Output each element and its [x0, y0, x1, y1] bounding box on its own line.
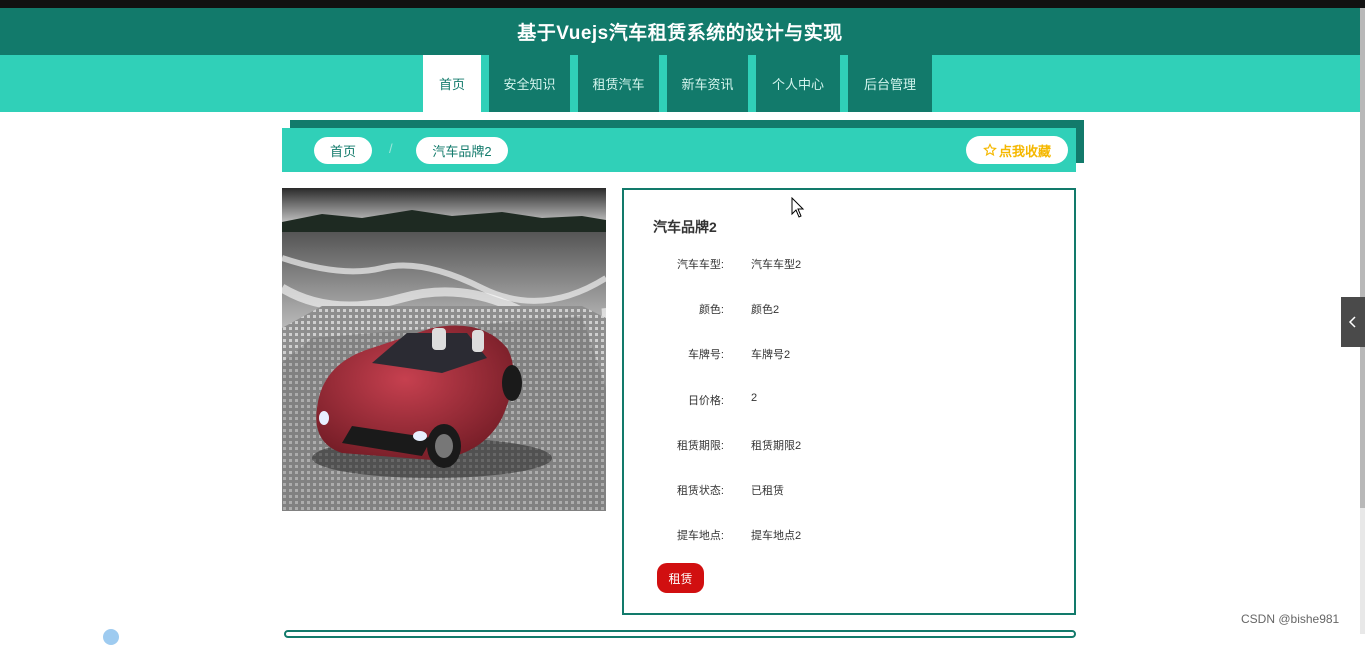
nav-item-label: 新车资讯	[681, 77, 734, 92]
nav-item-news[interactable]: 新车资讯	[667, 55, 748, 112]
field-label: 颜色:	[698, 304, 724, 316]
field-value: 提车地点2	[751, 530, 802, 542]
field-value: 2	[751, 392, 758, 404]
field-value: 租赁期限2	[751, 440, 802, 452]
star-icon	[983, 143, 997, 157]
field-label: 日价格:	[687, 395, 724, 407]
field-label: 汽车车型:	[676, 259, 724, 271]
rent-button-label: 租赁	[668, 571, 693, 586]
chevron-left-icon	[1348, 316, 1356, 328]
side-collapse-tab[interactable]	[1341, 297, 1365, 347]
nav-item-safety[interactable]: 安全知识	[489, 55, 570, 112]
nav-item-label: 租赁汽车	[592, 77, 645, 92]
favorite-label: 点我收藏	[998, 143, 1051, 159]
field-label: 租赁状态:	[676, 485, 724, 497]
mouse-cursor-icon	[791, 197, 805, 218]
rent-button[interactable]: 租赁	[657, 563, 704, 593]
nav-item-label: 安全知识	[503, 77, 556, 92]
field-label: 租赁期限:	[676, 440, 724, 452]
breadcrumb: 首页 / 汽车品牌2 点我收藏	[282, 128, 1076, 172]
car-image	[282, 188, 606, 511]
back-to-top-dot[interactable]	[103, 629, 119, 645]
field-value: 汽车车型2	[751, 259, 802, 271]
nav-item-rent-car[interactable]: 租赁汽车	[578, 55, 659, 112]
nav-item-label: 后台管理	[863, 77, 916, 92]
nav-item-label: 首页	[438, 77, 465, 92]
breadcrumb-current[interactable]: 汽车品牌2	[416, 137, 508, 164]
car-detail-panel: 汽车品牌2 汽车车型: 汽车车型2 颜色: 颜色2 车牌号: 车牌号2 日价格: 2 租…	[622, 188, 1076, 615]
breadcrumb-current-label: 汽车品牌2	[432, 144, 492, 159]
scrollbar-thumb[interactable]	[1360, 8, 1365, 508]
car-photo	[282, 188, 606, 511]
nav-item-label: 个人中心	[771, 77, 824, 92]
site-title: 基于Vuejs汽车租赁系统的设计与实现	[517, 23, 843, 44]
nav-item-profile[interactable]: 个人中心	[756, 55, 840, 112]
field-value: 颜色2	[751, 304, 780, 316]
site-header: 基于Vuejs汽车租赁系统的设计与实现	[0, 8, 1360, 55]
breadcrumb-separator: /	[389, 141, 393, 156]
car-name: 汽车品牌2	[653, 219, 717, 235]
nav-item-home[interactable]: 首页	[423, 55, 481, 112]
nav-item-admin[interactable]: 后台管理	[848, 55, 932, 112]
watermark: CSDN @bishe981	[1241, 612, 1340, 626]
field-value: 已租赁	[751, 485, 784, 497]
breadcrumb-home-label: 首页	[329, 144, 356, 159]
next-section-border	[284, 630, 1076, 638]
field-label: 车牌号:	[687, 349, 724, 361]
breadcrumb-home[interactable]: 首页	[314, 137, 372, 164]
field-label: 提车地点:	[676, 530, 724, 542]
field-value: 车牌号2	[751, 349, 791, 361]
window-top-bar	[0, 0, 1365, 8]
main-nav: 首页 安全知识 租赁汽车 新车资讯 个人中心 后台管理	[0, 55, 1360, 112]
favorite-button[interactable]: 点我收藏	[966, 136, 1068, 164]
